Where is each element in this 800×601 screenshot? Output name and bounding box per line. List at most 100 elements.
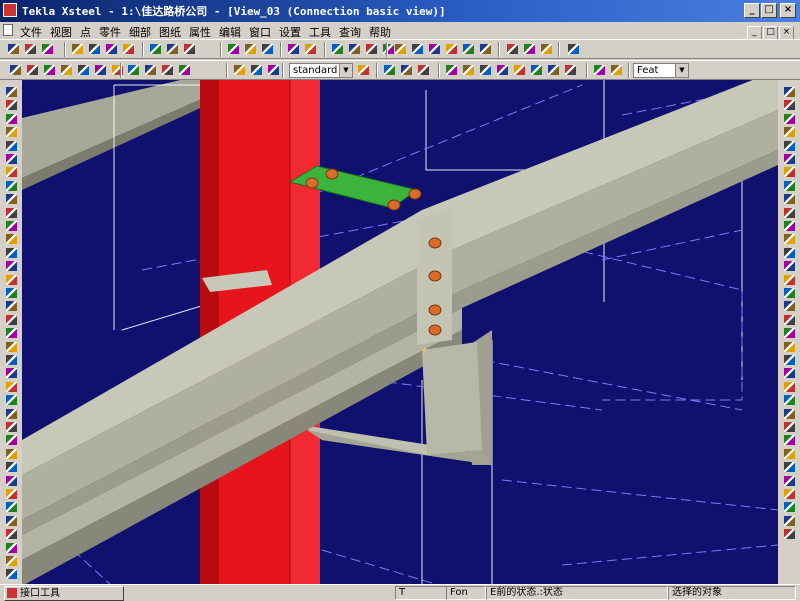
tool-icon[interactable]	[495, 63, 510, 77]
tool-icon[interactable]	[783, 448, 796, 460]
tool-icon[interactable]	[5, 220, 18, 232]
tool-icon[interactable]	[393, 42, 408, 56]
tool-icon[interactable]	[783, 381, 796, 393]
tool-icon[interactable]	[5, 408, 18, 420]
tool-icon[interactable]	[303, 42, 318, 56]
tool-icon[interactable]	[783, 260, 796, 272]
tool-icon[interactable]	[70, 42, 85, 56]
tool-icon[interactable]	[5, 287, 18, 299]
tool-icon[interactable]	[529, 63, 544, 77]
tool-icon[interactable]	[177, 63, 192, 77]
tool-icon[interactable]	[5, 153, 18, 165]
tool-icon[interactable]	[356, 63, 371, 77]
tool-icon[interactable]	[783, 166, 796, 178]
tool-icon[interactable]	[783, 287, 796, 299]
menu-item[interactable]: 点	[80, 26, 91, 39]
tool-icon[interactable]	[783, 314, 796, 326]
menu-item[interactable]: 工具	[309, 26, 331, 39]
tool-icon[interactable]	[783, 354, 796, 366]
tool-icon[interactable]	[160, 63, 175, 77]
menu-item[interactable]: 编辑	[219, 26, 241, 39]
tool-icon[interactable]	[249, 63, 264, 77]
app-icon[interactable]	[3, 3, 17, 17]
tool-icon[interactable]	[5, 166, 18, 178]
tool-icon[interactable]	[505, 42, 520, 56]
mdi-restore-button[interactable]: □	[763, 26, 778, 40]
tool-icon[interactable]	[461, 42, 476, 56]
tool-icon[interactable]	[783, 247, 796, 259]
tool-icon[interactable]	[5, 341, 18, 353]
tool-icon[interactable]	[5, 475, 18, 487]
maximize-button[interactable]: □	[761, 3, 777, 18]
tool-icon[interactable]	[182, 42, 197, 56]
tool-icon[interactable]	[783, 341, 796, 353]
tool-icon[interactable]	[5, 193, 18, 205]
menu-item[interactable]: 视图	[50, 26, 72, 39]
minimize-button[interactable]: _	[744, 3, 760, 18]
menu-item[interactable]: 窗口	[249, 26, 271, 39]
tool-icon[interactable]	[546, 63, 561, 77]
tool-icon[interactable]	[783, 193, 796, 205]
tool-icon[interactable]	[783, 528, 796, 540]
tool-icon[interactable]	[444, 63, 459, 77]
tool-icon[interactable]	[6, 42, 21, 56]
menu-item[interactable]: 细部	[129, 26, 151, 39]
tool-icon[interactable]	[783, 434, 796, 446]
taskbar-button[interactable]: 接口工具	[4, 586, 124, 601]
tool-icon[interactable]	[5, 542, 18, 554]
tool-icon[interactable]	[512, 63, 527, 77]
tool-icon[interactable]	[5, 555, 18, 567]
menu-item[interactable]: 图纸	[159, 26, 181, 39]
tool-icon[interactable]	[5, 488, 18, 500]
tool-icon[interactable]	[330, 42, 345, 56]
tool-icon[interactable]	[444, 42, 459, 56]
tool-icon[interactable]	[783, 99, 796, 111]
tool-icon[interactable]	[5, 207, 18, 219]
tool-icon[interactable]	[25, 63, 40, 77]
tool-icon[interactable]	[364, 42, 379, 56]
tool-icon[interactable]	[5, 568, 18, 580]
tool-icon[interactable]	[5, 180, 18, 192]
tool-icon[interactable]	[143, 63, 158, 77]
tool-icon[interactable]	[5, 367, 18, 379]
tool-icon[interactable]	[563, 63, 578, 77]
tool-icon[interactable]	[5, 300, 18, 312]
tool-icon[interactable]	[783, 408, 796, 420]
tool-icon[interactable]	[783, 501, 796, 513]
tool-icon[interactable]	[226, 42, 241, 56]
tool-icon[interactable]	[5, 448, 18, 460]
tool-icon[interactable]	[783, 488, 796, 500]
tool-icon[interactable]	[347, 42, 362, 56]
tool-icon[interactable]	[40, 42, 55, 56]
tool-icon[interactable]	[382, 63, 397, 77]
tool-icon[interactable]	[783, 113, 796, 125]
tool-icon[interactable]	[148, 42, 163, 56]
tool-icon[interactable]	[5, 86, 18, 98]
menu-item[interactable]: 帮助	[369, 26, 391, 39]
tool-icon[interactable]	[410, 42, 425, 56]
tool-icon[interactable]	[5, 394, 18, 406]
tool-icon[interactable]	[5, 113, 18, 125]
tool-icon[interactable]	[609, 63, 624, 77]
tool-icon[interactable]	[461, 63, 476, 77]
tool-icon[interactable]	[783, 126, 796, 138]
tool-icon[interactable]	[5, 528, 18, 540]
tool-icon[interactable]	[5, 233, 18, 245]
tool-icon[interactable]	[59, 63, 74, 77]
tool-icon[interactable]	[783, 153, 796, 165]
tool-icon[interactable]	[5, 247, 18, 259]
tool-icon[interactable]	[126, 63, 141, 77]
tool-icon[interactable]	[5, 434, 18, 446]
menu-item[interactable]: 文件	[20, 26, 42, 39]
tool-icon[interactable]	[5, 461, 18, 473]
tool-icon[interactable]	[399, 63, 414, 77]
menu-item[interactable]: 查询	[339, 26, 361, 39]
tool-icon[interactable]	[5, 99, 18, 111]
tool-icon[interactable]	[104, 42, 119, 56]
tool-icon[interactable]	[783, 300, 796, 312]
tool-icon[interactable]	[76, 63, 91, 77]
menu-item[interactable]: 属性	[189, 26, 211, 39]
tool-icon[interactable]	[783, 140, 796, 152]
mdi-minimize-button[interactable]: _	[747, 26, 762, 40]
tool-icon[interactable]	[783, 180, 796, 192]
